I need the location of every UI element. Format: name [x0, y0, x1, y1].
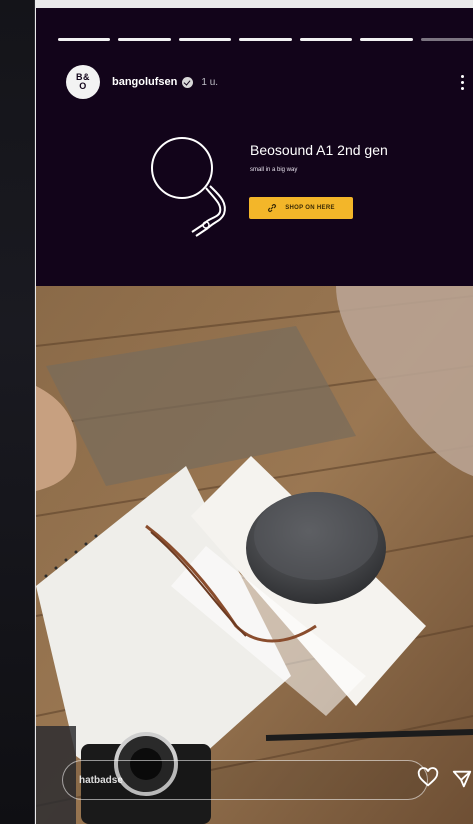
story-viewer: B& O bangolufsen 1 u. Beosound A1 2nd ge…: [36, 8, 473, 824]
product-title: Beosound A1 2nd gen: [250, 142, 388, 158]
progress-segment: [420, 38, 473, 41]
send-icon[interactable]: [451, 768, 473, 790]
more-options-button[interactable]: [457, 70, 467, 94]
story-progress-bar: [58, 38, 473, 41]
avatar[interactable]: B& O: [66, 65, 100, 99]
story-photo: [36, 286, 473, 824]
previous-story-edge[interactable]: [0, 0, 35, 824]
progress-segment: [58, 38, 111, 41]
link-icon: [268, 204, 277, 212]
progress-segment: [299, 38, 353, 41]
story-header: B& O bangolufsen 1 u.: [66, 64, 473, 100]
speaker-line-illustration: [151, 137, 226, 237]
product-subtitle: small in a big way: [250, 167, 298, 173]
username-link[interactable]: bangolufsen: [112, 76, 177, 88]
progress-segment: [178, 38, 232, 41]
reply-input[interactable]: hatbadse: [62, 760, 428, 800]
shop-button[interactable]: SHOP ON HERE: [249, 197, 353, 219]
post-time: 1 u.: [201, 76, 219, 88]
progress-segment: [239, 38, 292, 41]
reply-input-label: hatbadse: [79, 774, 123, 786]
verified-badge-icon: [182, 76, 194, 88]
progress-segment: [118, 38, 171, 41]
shop-button-label: SHOP ON HERE: [285, 205, 335, 211]
avatar-initials: O: [79, 81, 87, 91]
more-vertical-icon: [460, 74, 464, 78]
progress-segment: [360, 38, 413, 41]
heart-icon[interactable]: [417, 767, 439, 789]
